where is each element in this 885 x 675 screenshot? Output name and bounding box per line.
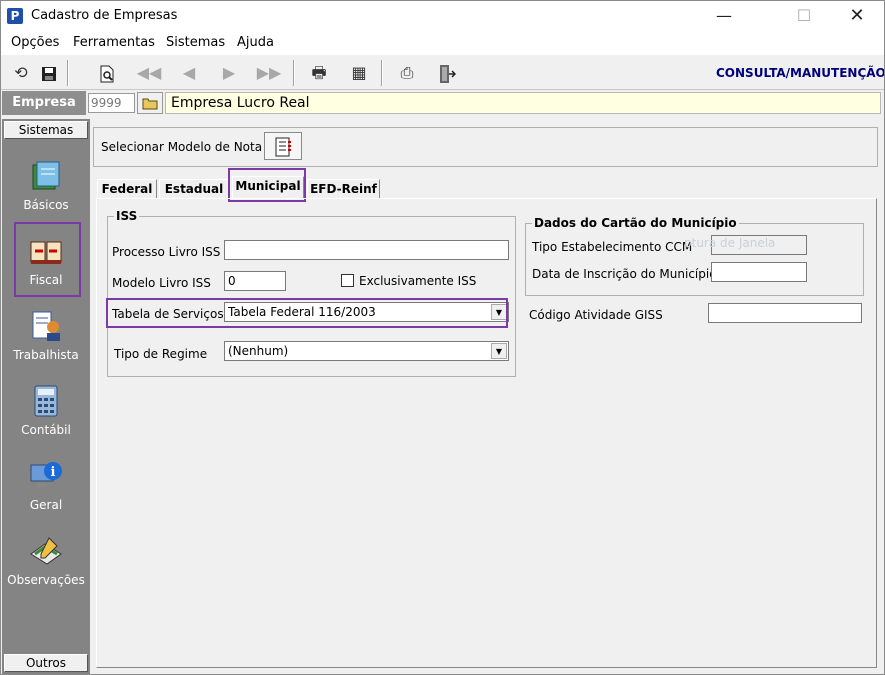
sidebar: Sistemas Básicos Fiscal Trabalhista Cont… <box>2 119 90 674</box>
menu-sistemas[interactable]: Sistemas <box>166 35 225 50</box>
search-document-icon[interactable] <box>93 60 121 86</box>
tab-federal[interactable]: Federal <box>97 179 157 198</box>
window-title: Cadastro de Empresas <box>31 8 178 23</box>
sidebar-item-label: Observações <box>7 573 85 587</box>
fiscal-highlight <box>14 222 81 297</box>
processo-livro-label: Processo Livro ISS <box>112 245 221 259</box>
iss-legend: ISS <box>116 209 138 223</box>
sidebar-item-label: Básicos <box>23 198 69 212</box>
toolbar-separator <box>293 60 295 86</box>
sidebar-item-label: Geral <box>29 498 63 512</box>
exclusivamente-iss-label: Exclusivamente ISS <box>359 274 477 288</box>
tab-estadual[interactable]: Estadual <box>159 179 229 198</box>
data-inscricao-input[interactable] <box>711 262 807 282</box>
menu-bar: Opções Ferramentas Sistemas Ajuda <box>1 31 884 55</box>
tab-body-municipal: ISS Processo Livro ISS Modelo Livro ISS … <box>96 198 877 668</box>
sidebar-header[interactable]: Sistemas <box>4 121 88 139</box>
undo-icon[interactable]: ⟲ <box>7 60 35 86</box>
select-model-button[interactable] <box>264 132 302 160</box>
data-inscricao-label: Data de Inscrição do Município <box>532 267 717 281</box>
mode-label: CONSULTA/MANUTENÇÃO <box>716 66 885 80</box>
info-monitor-icon: i <box>28 459 64 495</box>
toolbar-separator <box>381 60 383 86</box>
open-folder-button[interactable] <box>137 92 163 114</box>
processo-livro-input[interactable] <box>224 240 509 260</box>
codigo-giss-input[interactable] <box>708 303 862 323</box>
close-button[interactable]: ✕ <box>834 1 880 31</box>
folder-icon <box>142 95 158 110</box>
minimize-button[interactable]: — <box>701 1 747 31</box>
tipo-estabelecimento-label: Tipo Estabelecimento CCM <box>532 240 693 254</box>
maximize-button[interactable]: ☐ <box>781 1 827 31</box>
note-list-icon <box>274 137 292 156</box>
codigo-giss-label: Código Atividade GISS <box>529 308 663 322</box>
sidebar-item-observacoes[interactable]: Observações <box>4 528 88 598</box>
book-stack-icon <box>28 159 64 195</box>
tab-efd-reinf[interactable]: EFD-Reinf <box>307 179 380 198</box>
title-bar: P Cadastro de Empresas — ☐ ✕ <box>1 1 884 31</box>
modelo-livro-input[interactable]: 0 <box>224 271 286 291</box>
calculator-icon <box>28 384 64 420</box>
sidebar-item-label: Trabalhista <box>13 348 79 362</box>
menu-ferramentas[interactable]: Ferramentas <box>73 35 155 50</box>
print-icon[interactable]: 🖶 <box>305 60 333 86</box>
main-window: P Cadastro de Empresas — ☐ ✕ Opções Ferr… <box>0 0 885 675</box>
sidebar-item-contabil[interactable]: Contábil <box>4 378 88 448</box>
main-panel: Selecionar Modelo de Nota Federal Estadu… <box>91 119 881 674</box>
notes-pencil-icon <box>28 534 64 570</box>
exclusivamente-iss-checkbox[interactable] <box>341 274 354 287</box>
previous-record-icon[interactable]: ◀ <box>175 60 203 86</box>
ghost-overlay-text: ptura de Janela <box>684 236 776 250</box>
municipal-tab-highlight <box>228 168 306 202</box>
tipo-regime-select[interactable]: (Nenhum) ▼ <box>224 341 509 361</box>
next-record-icon[interactable]: ▶ <box>215 60 243 86</box>
model-label: Selecionar Modelo de Nota <box>101 140 263 154</box>
empresa-label: Empresa <box>2 91 86 115</box>
chevron-down-icon[interactable]: ▼ <box>491 343 507 359</box>
empresa-code-field[interactable]: 9999 <box>88 93 135 113</box>
model-panel: Selecionar Modelo de Nota <box>93 127 878 167</box>
cartao-municipio-group: Dados do Cartão do Município <box>525 216 864 296</box>
save-icon[interactable] <box>35 60 63 86</box>
first-record-icon[interactable]: ◀◀ <box>135 60 163 86</box>
calculator-icon[interactable]: ▦ <box>345 60 373 86</box>
last-record-icon[interactable]: ▶▶ <box>255 60 283 86</box>
menu-ajuda[interactable]: Ajuda <box>237 35 274 50</box>
exit-door-icon[interactable] <box>433 60 461 86</box>
tipo-regime-label: Tipo de Regime <box>114 347 208 361</box>
tipo-regime-value: (Nenhum) <box>228 344 289 358</box>
sidebar-item-trabalhista[interactable]: Trabalhista <box>4 303 88 373</box>
printer-settings-icon[interactable]: ⎙ <box>393 60 421 86</box>
menu-opcoes[interactable]: Opções <box>11 35 59 50</box>
toolbar-separator <box>67 60 69 86</box>
sidebar-item-geral[interactable]: i Geral <box>4 453 88 523</box>
app-logo-icon: P <box>7 8 23 24</box>
tabela-servicos-highlight <box>106 298 508 328</box>
sidebar-footer[interactable]: Outros <box>4 654 88 672</box>
sidebar-item-basicos[interactable]: Básicos <box>4 153 88 223</box>
empresa-name-field[interactable]: Empresa Lucro Real <box>165 92 881 114</box>
svg-text:i: i <box>51 465 56 480</box>
sidebar-item-label: Contábil <box>21 423 71 437</box>
worker-document-icon <box>28 309 64 345</box>
toolbar: ⟲ ◀◀ ◀ ▶ ▶▶ 🖶 ▦ ⎙ CONSULTA/MANUTENÇÃO <box>1 57 884 90</box>
cartao-legend: Dados do Cartão do Município <box>534 216 737 230</box>
modelo-livro-label: Modelo Livro ISS <box>112 276 211 290</box>
